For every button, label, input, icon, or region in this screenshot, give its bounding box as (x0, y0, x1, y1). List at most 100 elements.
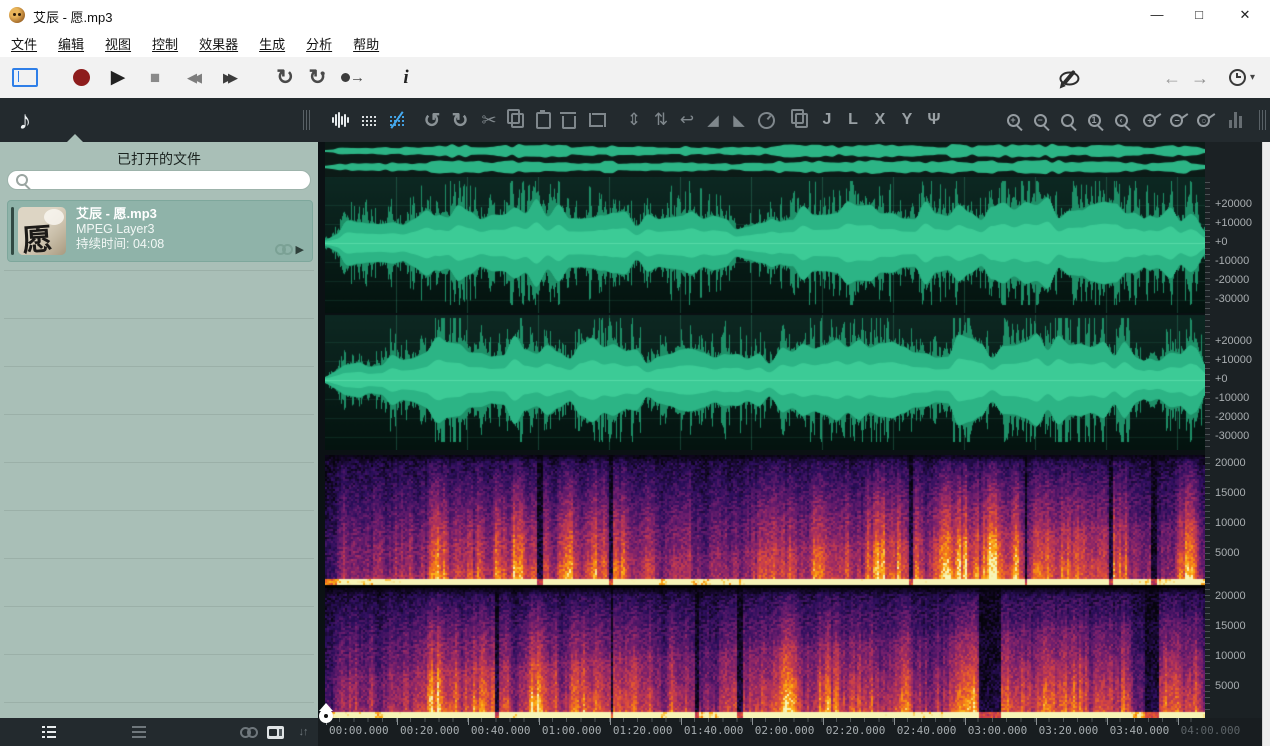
amplitude-ruler-label: -30000 (1215, 293, 1249, 305)
toggle-sidebar-button[interactable] (10, 57, 40, 98)
link-files-button[interactable] (232, 718, 258, 746)
zoom-selection-button[interactable] (1054, 98, 1080, 142)
loop-button[interactable]: ↻ (270, 57, 300, 98)
record-icon (73, 69, 90, 86)
history-button[interactable]: ▾ (1224, 57, 1260, 98)
menu-help[interactable]: 帮助 (343, 30, 389, 57)
loop-selection-button[interactable]: ↻● (302, 57, 332, 98)
menu-analyze[interactable]: 分析 (296, 30, 342, 57)
duplicate-button[interactable] (788, 98, 814, 142)
edit-tool-button[interactable] (1052, 57, 1086, 98)
menu-view[interactable]: 视图 (95, 30, 141, 57)
curve-down-icon: L (848, 111, 858, 129)
normalize-button[interactable]: ⇅ (648, 98, 674, 142)
fast-forward-button[interactable]: ▶▶ (210, 57, 246, 98)
rewind-button[interactable]: ◀◀ (174, 57, 210, 98)
paste-button[interactable] (530, 98, 556, 142)
play-button[interactable]: ▶ (104, 57, 132, 98)
time-label: 00:40.000 (471, 724, 531, 737)
time-label: 01:20.000 (613, 724, 673, 737)
files-tab[interactable]: ♪ (10, 98, 40, 142)
menu-effects[interactable]: 效果器 (189, 30, 248, 57)
time-axis[interactable]: 00:00.00000:20.00000:40.00001:00.00001:2… (318, 718, 1262, 746)
vertical-zoom-in-button[interactable]: + (1136, 98, 1162, 142)
channel-merge-button[interactable]: Y (894, 98, 920, 142)
fade-out-button[interactable]: ◣ (726, 98, 752, 142)
channel-curve-up-button[interactable]: J (814, 98, 840, 142)
search-icon (16, 174, 28, 186)
spectrogram-view-icon (361, 114, 376, 127)
close-button[interactable]: ✕ (1230, 4, 1260, 26)
undo-button[interactable]: ↺ (418, 98, 446, 142)
delete-button[interactable] (556, 98, 582, 142)
list-divider (4, 606, 314, 607)
waveform-canvas[interactable] (325, 177, 1205, 450)
file-play-button[interactable]: ▶ (296, 243, 304, 256)
scissors-icon: ✂ (481, 110, 496, 131)
frequency-ruler-label: 15000 (1215, 487, 1246, 499)
copy-button[interactable] (504, 98, 530, 142)
redo-button[interactable]: ↻ (446, 98, 474, 142)
search-input[interactable] (28, 171, 310, 189)
time-label: 03:20.000 (1039, 724, 1099, 737)
stop-button[interactable]: ■ (142, 57, 168, 98)
maximize-button[interactable]: □ (1184, 4, 1214, 26)
time-label: 04:00.000 (1181, 724, 1241, 737)
show-thumbnails-button[interactable] (262, 718, 288, 746)
gain-knob-icon (758, 112, 775, 129)
file-search-box[interactable] (7, 170, 311, 190)
zoom-out-button[interactable]: − (1027, 98, 1053, 142)
toolbar-drag-handle-right[interactable] (1256, 98, 1268, 142)
combined-view-button[interactable] (382, 98, 410, 142)
spectrogram-canvas[interactable] (325, 455, 1205, 718)
right-scroll-strip[interactable] (1262, 142, 1270, 746)
amplify-button[interactable]: ⇕ (620, 98, 648, 142)
waveform-view-icon (332, 112, 349, 128)
list-divider (4, 558, 314, 559)
vertical-zoom-in-icon: + (1141, 112, 1156, 127)
toolbar-drag-handle[interactable] (300, 98, 312, 142)
loop-icon: ↻ (276, 67, 294, 88)
trash-icon (562, 116, 576, 129)
zoom-out-icon: − (1034, 114, 1047, 127)
vertical-zoom-reset-button[interactable]: ○ (1190, 98, 1216, 142)
menu-edit[interactable]: 编辑 (48, 30, 94, 57)
file-info: 艾辰 - 愿.mp3 MPEG Layer3 持续时间: 04:08 (76, 206, 164, 252)
channel-split-button[interactable]: Ψ (920, 98, 948, 142)
fade-in-button[interactable]: ◢ (700, 98, 726, 142)
navigate-forward-button[interactable]: → (1186, 57, 1214, 98)
menu-control[interactable]: 控制 (142, 30, 188, 57)
reverse-button[interactable]: ↩ (674, 98, 700, 142)
pen-icon (1062, 70, 1076, 86)
gain-button[interactable] (752, 98, 780, 142)
paste-icon (536, 112, 551, 129)
frequency-ruler-label: 20000 (1215, 590, 1246, 602)
zoom-in-button[interactable]: + (1000, 98, 1026, 142)
sort-button[interactable]: ↓↑ (290, 718, 316, 746)
waveform-view-button[interactable] (326, 98, 354, 142)
navigate-back-button[interactable]: ← (1158, 57, 1186, 98)
file-name: 艾辰 - 愿.mp3 (76, 206, 164, 222)
list-view-button[interactable] (36, 718, 62, 746)
zoom-one-to-one-button[interactable]: 1 (1081, 98, 1107, 142)
stop-icon: ■ (150, 69, 160, 86)
playhead-marker[interactable] (319, 703, 333, 724)
record-button[interactable] (68, 57, 94, 98)
vertical-zoom-out-button[interactable]: − (1163, 98, 1189, 142)
minimize-button[interactable]: — (1142, 4, 1172, 26)
menu-generate[interactable]: 生成 (249, 30, 295, 57)
levels-button[interactable] (1224, 98, 1250, 142)
menu-file[interactable]: 文件 (1, 30, 47, 57)
info-button[interactable]: i (392, 57, 420, 98)
spectrogram-view-button[interactable] (354, 98, 382, 142)
split-channels-icon: Ψ (928, 111, 941, 129)
overview-strip[interactable] (325, 142, 1205, 177)
file-list-item[interactable]: 愿 艾辰 - 愿.mp3 MPEG Layer3 持续时间: 04:08 ▶ (7, 200, 313, 262)
play-from-cursor-button[interactable]: → (336, 57, 370, 98)
cut-button[interactable]: ✂ (476, 98, 502, 142)
trim-button[interactable] (582, 98, 610, 142)
compact-view-button[interactable] (126, 718, 152, 746)
channel-swap-button[interactable]: X (866, 98, 894, 142)
zoom-previous-button[interactable]: ‹ (1108, 98, 1134, 142)
channel-curve-down-button[interactable]: L (840, 98, 866, 142)
